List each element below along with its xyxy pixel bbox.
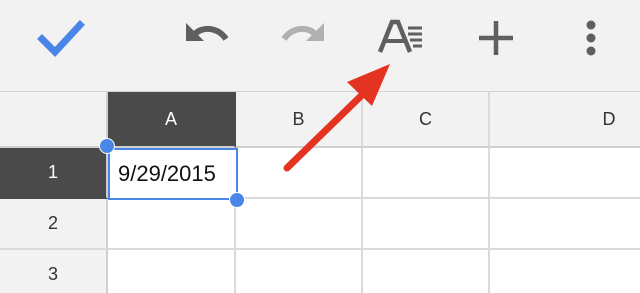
column-header-d[interactable]: D [490, 92, 640, 148]
selection-handle-top-left[interactable] [99, 138, 115, 154]
redo-button[interactable] [273, 8, 333, 68]
row-header-1[interactable]: 1 [0, 148, 108, 199]
cell-b3[interactable] [236, 250, 363, 293]
cell-d3[interactable] [490, 250, 640, 293]
undo-icon [186, 23, 229, 41]
select-all-corner[interactable] [0, 92, 108, 148]
cell-a1[interactable]: 9/29/2015 [108, 148, 238, 200]
cell-a2[interactable] [108, 200, 236, 250]
row-header-3[interactable]: 3 [0, 250, 108, 293]
cell-d1[interactable] [490, 148, 640, 199]
cell-b1[interactable] [238, 148, 363, 199]
column-header-c[interactable]: C [363, 92, 490, 148]
selection-handle-bottom-right[interactable] [229, 192, 245, 208]
cell-c1[interactable] [363, 148, 490, 199]
cell-b2[interactable] [236, 199, 363, 250]
toolbar [0, 0, 640, 92]
checkmark-icon [37, 20, 85, 58]
cell-c2[interactable] [363, 199, 490, 250]
sheet-grid: A B C D 1 2 3 9/29/2015 [0, 92, 640, 293]
text-format-icon [377, 19, 422, 53]
more-options-button[interactable] [561, 8, 621, 68]
redo-icon [281, 23, 324, 41]
more-vert-icon [586, 20, 596, 56]
column-header-a[interactable]: A [108, 92, 236, 148]
spreadsheet-editor: A B C D 1 2 3 9/29/2015 [0, 0, 640, 293]
done-checkmark-button[interactable] [30, 8, 90, 68]
plus-icon [479, 21, 513, 55]
row-header-2[interactable]: 2 [0, 199, 108, 250]
undo-button[interactable] [177, 8, 237, 68]
cell-d2[interactable] [490, 199, 640, 250]
column-header-b[interactable]: B [236, 92, 363, 148]
cell-c3[interactable] [363, 250, 490, 293]
text-format-button[interactable] [370, 8, 430, 68]
cell-a3[interactable] [108, 250, 236, 293]
insert-button[interactable] [466, 8, 526, 68]
